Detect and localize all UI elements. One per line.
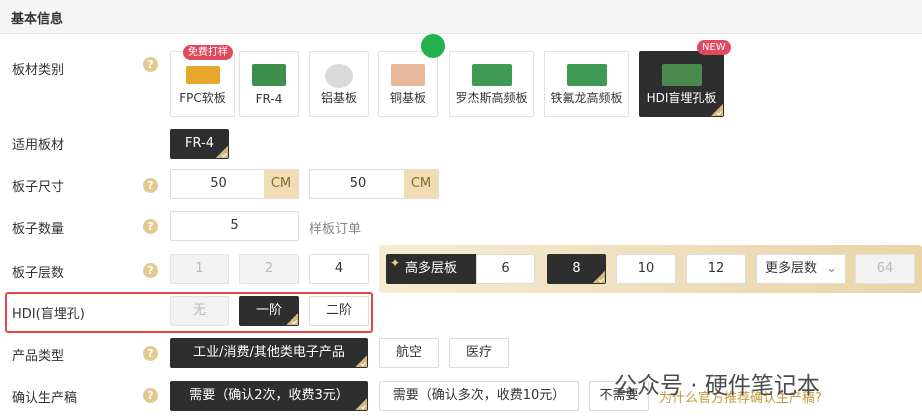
copper-board-image [391,64,425,86]
board-qty-value: 5 [230,218,239,233]
layer-option-2[interactable]: 2 [239,254,299,284]
material-card-hdi[interactable]: HDI盲埋孔板 [639,51,724,117]
material-type-label: 板材类别 [12,63,65,78]
hdi-board-image [661,64,702,86]
hdi-option-second-order[interactable]: 二阶 [309,296,369,326]
rogers-board-image [471,64,512,86]
material-card-teflon[interactable]: 铁氟龙高频板 [544,51,629,117]
material-card-label: FPC软板 [179,91,226,105]
material-card-label: 铁氟龙高频板 [550,91,623,105]
fr4-board-image [252,64,286,86]
material-card-label: FR-4 [255,92,283,106]
product-type-label: 产品类型 [12,349,65,364]
product-type-industrial[interactable]: 工业/消费/其他类电子产品 [170,338,368,368]
help-icon[interactable]: ? [143,263,158,278]
option-label: 一阶 [255,303,282,318]
board-size-label: 板子尺寸 [12,180,65,195]
help-icon[interactable]: ? [143,57,158,72]
product-type-medical[interactable]: 医疗 [449,338,509,368]
selected-check-icon [216,146,228,158]
chevron-down-icon: ⌄ [826,261,837,276]
option-label: 需要（确认2次，收费3元） [189,388,349,403]
help-icon[interactable]: ? [143,178,158,193]
sample-order-hint: 样板订单 [309,222,362,237]
material-card-fpc[interactable]: FPC软板 [170,51,235,117]
option-label: 8 [572,261,581,276]
material-card-copper[interactable]: 铜基板 [378,51,438,117]
material-card-fr4[interactable]: FR-4 [239,51,299,117]
confirm-multiple-option[interactable]: 需要（确认多次，收费10元） [379,381,579,411]
applicable-board-label: 适用板材 [12,138,65,153]
help-icon[interactable]: ? [143,346,158,361]
option-label: 工业/消费/其他类电子产品 [193,345,345,360]
board-height-value: 50 [349,176,367,191]
layer-option-12[interactable]: 12 [686,254,746,284]
confirm-prod-label: 确认生产稿 [12,391,78,406]
layer-option-64[interactable]: 64 [855,254,915,284]
layer-option-1[interactable]: 1 [170,254,229,284]
selected-check-icon [711,104,723,116]
more-layers-label: 更多层数 [765,261,818,276]
section-header: 基本信息 [0,0,922,34]
new-tag: NEW [697,40,731,55]
material-card-label: 铝基板 [320,91,357,105]
board-width-value: 50 [210,176,227,191]
layer-option-4[interactable]: 4 [309,254,369,284]
more-layers-select[interactable]: 更多层数 ⌄ [756,254,846,284]
confirm-twice-option[interactable]: 需要（确认2次，收费3元） [170,381,368,411]
board-qty-label: 板子数量 [12,222,65,237]
hdi-option-none[interactable]: 无 [170,296,229,326]
option-label: 高多层板 [404,261,457,276]
selected-check-icon [355,355,367,367]
board-height-unit: CM [404,170,438,198]
layers-label: 板子层数 [12,266,65,281]
help-icon[interactable]: ? [143,388,158,403]
material-card-label: 铜基板 [389,91,426,105]
layer-option-8[interactable]: 8 [547,254,606,284]
board-width-input[interactable]: 50 CM [170,169,299,199]
sparkle-icon: ✦ [390,256,401,270]
help-icon[interactable]: ? [143,219,158,234]
material-card-label: 罗杰斯高频板 [455,91,528,105]
section-title: 基本信息 [11,12,64,27]
board-qty-input[interactable]: 5 [170,211,299,241]
layer-option-6[interactable]: 6 [476,254,535,284]
teflon-board-image [566,64,607,86]
high-layer-board-button[interactable]: ✦ 高多层板 [386,254,476,284]
material-card-rogers[interactable]: 罗杰斯高频板 [449,51,534,117]
option-label: FR-4 [185,136,214,151]
board-width-unit: CM [264,170,298,198]
watermark-text: 公众号 · 硬件笔记本 [614,373,820,399]
material-card-aluminum[interactable]: 铝基板 [309,51,369,117]
fpc-board-image [185,66,220,84]
hdi-option-first-order[interactable]: 一阶 [239,296,299,326]
aluminum-board-image [325,64,353,88]
selected-check-icon [286,313,298,325]
hdi-label: HDI(盲埋孔) [12,307,85,322]
selected-check-icon [355,398,367,410]
board-height-input[interactable]: 50 CM [309,169,439,199]
layer-option-10[interactable]: 10 [616,254,676,284]
free-sample-tag: 免费打样 [183,45,233,60]
selected-check-icon [593,271,605,283]
wechat-icon [421,34,445,58]
product-type-aviation[interactable]: 航空 [379,338,439,368]
applicable-board-fr4[interactable]: FR-4 [170,129,229,159]
